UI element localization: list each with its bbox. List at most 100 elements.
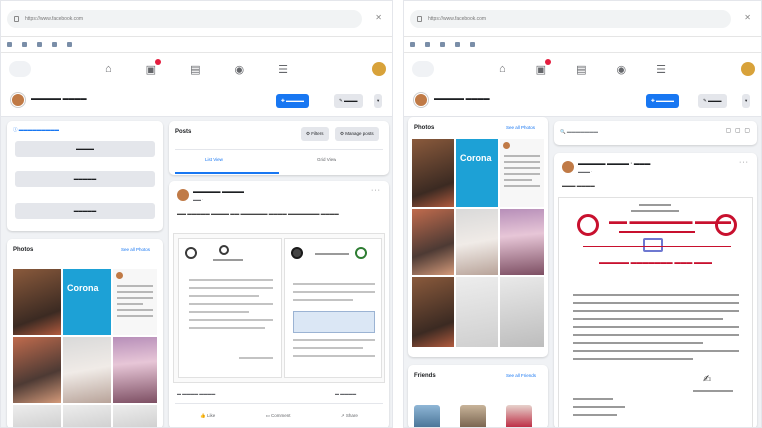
intro-link[interactable]: ⓘ ▬▬▬▬▬▬▬▬▬ (13, 127, 59, 133)
photo-tile[interactable]: Corona (456, 139, 498, 207)
photo-tile[interactable] (113, 405, 157, 427)
page-title: ▬▬▬▬▬ ▬▬▬▬ (31, 96, 87, 102)
post-author[interactable]: ▬▬▬▬▬ ▬▬▬▬ · ▬▬▬ (578, 161, 650, 167)
photo-tile[interactable] (412, 139, 454, 207)
address-bar: https://www.facebook.com ✕ (404, 1, 761, 37)
photo-tile[interactable] (500, 209, 544, 275)
bookmark-item[interactable] (425, 42, 432, 47)
close-icon[interactable]: ✕ (744, 13, 751, 22)
marketplace-icon[interactable]: ▤ (576, 63, 586, 76)
post-timestamp[interactable]: ▬▬ · (193, 197, 203, 202)
bookmark-item[interactable] (455, 42, 462, 47)
notification-badge (155, 58, 162, 65)
edit-button[interactable]: ✎ ▬▬▬ (334, 94, 363, 108)
more-button[interactable]: ▾ (742, 94, 751, 108)
groups-icon[interactable]: ◉ (234, 63, 244, 76)
more-icon[interactable]: ··· (739, 159, 749, 166)
groups-icon[interactable]: ◉ (616, 63, 626, 76)
photo-tile[interactable] (13, 337, 61, 403)
photo-tile[interactable] (113, 269, 157, 335)
filter-icons[interactable]: ▢ ▢ ▢ (726, 127, 751, 134)
tab-grid-view[interactable]: Grid View (317, 157, 336, 162)
photos-title: Photos (13, 247, 34, 253)
bookmark-item[interactable] (410, 42, 417, 47)
avatar[interactable] (177, 189, 189, 201)
page-header: ▬▬▬▬▬ ▬▬▬▬ ✚ ▬▬▬▬ ✎ ▬▬▬ ▾ (1, 85, 392, 117)
search-input[interactable] (412, 61, 434, 77)
edit-button[interactable]: ✎ ▬▬▬ (698, 94, 727, 108)
photo-tile[interactable] (13, 269, 61, 335)
bookmark-item[interactable] (67, 42, 74, 47)
menu-icon[interactable]: ☰ (278, 63, 288, 76)
menu-icon[interactable]: ☰ (656, 63, 666, 76)
intro-button[interactable]: ▬▬▬▬▬ (15, 203, 155, 219)
post-author[interactable]: ▬▬▬▬▬ ▬▬▬▬ (193, 189, 244, 195)
tab-list-view[interactable]: List View (205, 157, 223, 162)
bookmark-item[interactable] (52, 42, 59, 47)
add-button[interactable]: ✚ ▬▬▬▬ (276, 94, 310, 108)
like-button[interactable]: 👍 Like (200, 413, 215, 419)
photo-tile[interactable]: Corona (63, 269, 111, 335)
page-avatar[interactable] (414, 93, 428, 107)
post-text: ▬▬▬ ▬▬▬▬ (562, 183, 595, 188)
share-button[interactable]: ↗ Share (341, 413, 358, 419)
address-bar: https://www.facebook.com ✕ (1, 1, 392, 37)
url-field[interactable]: https://www.facebook.com (7, 10, 362, 28)
post-image[interactable] (173, 233, 385, 383)
see-all-photos-link[interactable]: See all Photos (506, 125, 535, 130)
photo-tile[interactable] (113, 337, 157, 403)
bookmark-item[interactable] (37, 42, 44, 47)
video-icon[interactable]: ▣ (146, 58, 162, 76)
bookmark-item[interactable] (470, 42, 477, 47)
photo-tile[interactable] (456, 277, 498, 347)
reaction-summary[interactable]: ▬ ▬▬▬▬ ▬▬▬▬ (177, 391, 215, 396)
see-all-photos-link[interactable]: See all Photos (121, 247, 150, 252)
page-avatar[interactable] (11, 93, 25, 107)
home-icon[interactable]: ⌂ (499, 63, 506, 75)
post-actions: 👍 Like ▭ Comment ↗ Share (175, 409, 383, 423)
comment-count[interactable]: ▬ ▬▬▬▬ (335, 391, 356, 396)
photo-tile[interactable] (456, 209, 498, 275)
photo-tile[interactable] (500, 277, 544, 347)
avatar[interactable] (372, 62, 386, 76)
url-field[interactable]: https://www.facebook.com (410, 10, 731, 28)
add-button[interactable]: ✚ ▬▬▬▬ (646, 94, 680, 108)
document-page (284, 238, 382, 378)
search-input[interactable] (9, 61, 31, 77)
close-icon[interactable]: ✕ (375, 13, 382, 22)
photo-tile[interactable] (412, 277, 454, 347)
intro-button[interactable]: ▬▬▬▬ (15, 141, 155, 157)
search-posts-input[interactable]: 🔍 ▬▬▬▬▬▬▬ (560, 129, 598, 135)
bookmark-item[interactable] (7, 42, 14, 47)
photo-tile[interactable] (13, 405, 61, 427)
avatar[interactable] (562, 161, 574, 173)
more-icon[interactable]: ··· (371, 187, 381, 194)
intro-button[interactable]: ▬▬▬▬▬ (15, 171, 155, 187)
photo-tile[interactable] (500, 139, 544, 207)
posts-title: Posts (175, 129, 192, 135)
video-icon[interactable]: ▣ (536, 58, 552, 76)
manage-posts-button[interactable]: ⚙ Manage posts (335, 127, 379, 141)
friend-photo[interactable] (460, 405, 486, 427)
comment-button[interactable]: ▭ Comment (266, 413, 291, 419)
more-button[interactable]: ▾ (374, 94, 383, 108)
marketplace-icon[interactable]: ▤ (190, 63, 200, 76)
photo-tile[interactable] (412, 209, 454, 275)
post-image[interactable]: ▬▬ ▬▬▬▬▬▬▬ ▬▬▬▬ ▬▬▬▬▬ ▬▬▬▬▬▬▬ ▬▬▬ ▬▬▬ ✍ (558, 197, 753, 427)
photo-tile[interactable] (63, 405, 111, 427)
photo-caption: Corona (460, 153, 492, 163)
post-timestamp[interactable]: ▬▬▬ · (578, 169, 592, 174)
avatar[interactable] (741, 62, 755, 76)
friend-photo[interactable] (414, 405, 440, 427)
photo-tile[interactable] (63, 337, 111, 403)
bookmark-item[interactable] (22, 42, 29, 47)
see-all-friends-link[interactable]: See all Friends (506, 373, 536, 378)
home-icon[interactable]: ⌂ (105, 63, 112, 75)
filters-button[interactable]: ⚙ Filters (301, 127, 329, 141)
divider (175, 403, 383, 404)
bookmarks-bar (1, 37, 392, 53)
letterhead-title: ▬▬ ▬▬▬▬▬▬▬ ▬▬▬▬ (609, 216, 732, 226)
stamp-icon (643, 238, 663, 252)
bookmark-item[interactable] (440, 42, 447, 47)
friend-photo[interactable] (506, 405, 532, 427)
